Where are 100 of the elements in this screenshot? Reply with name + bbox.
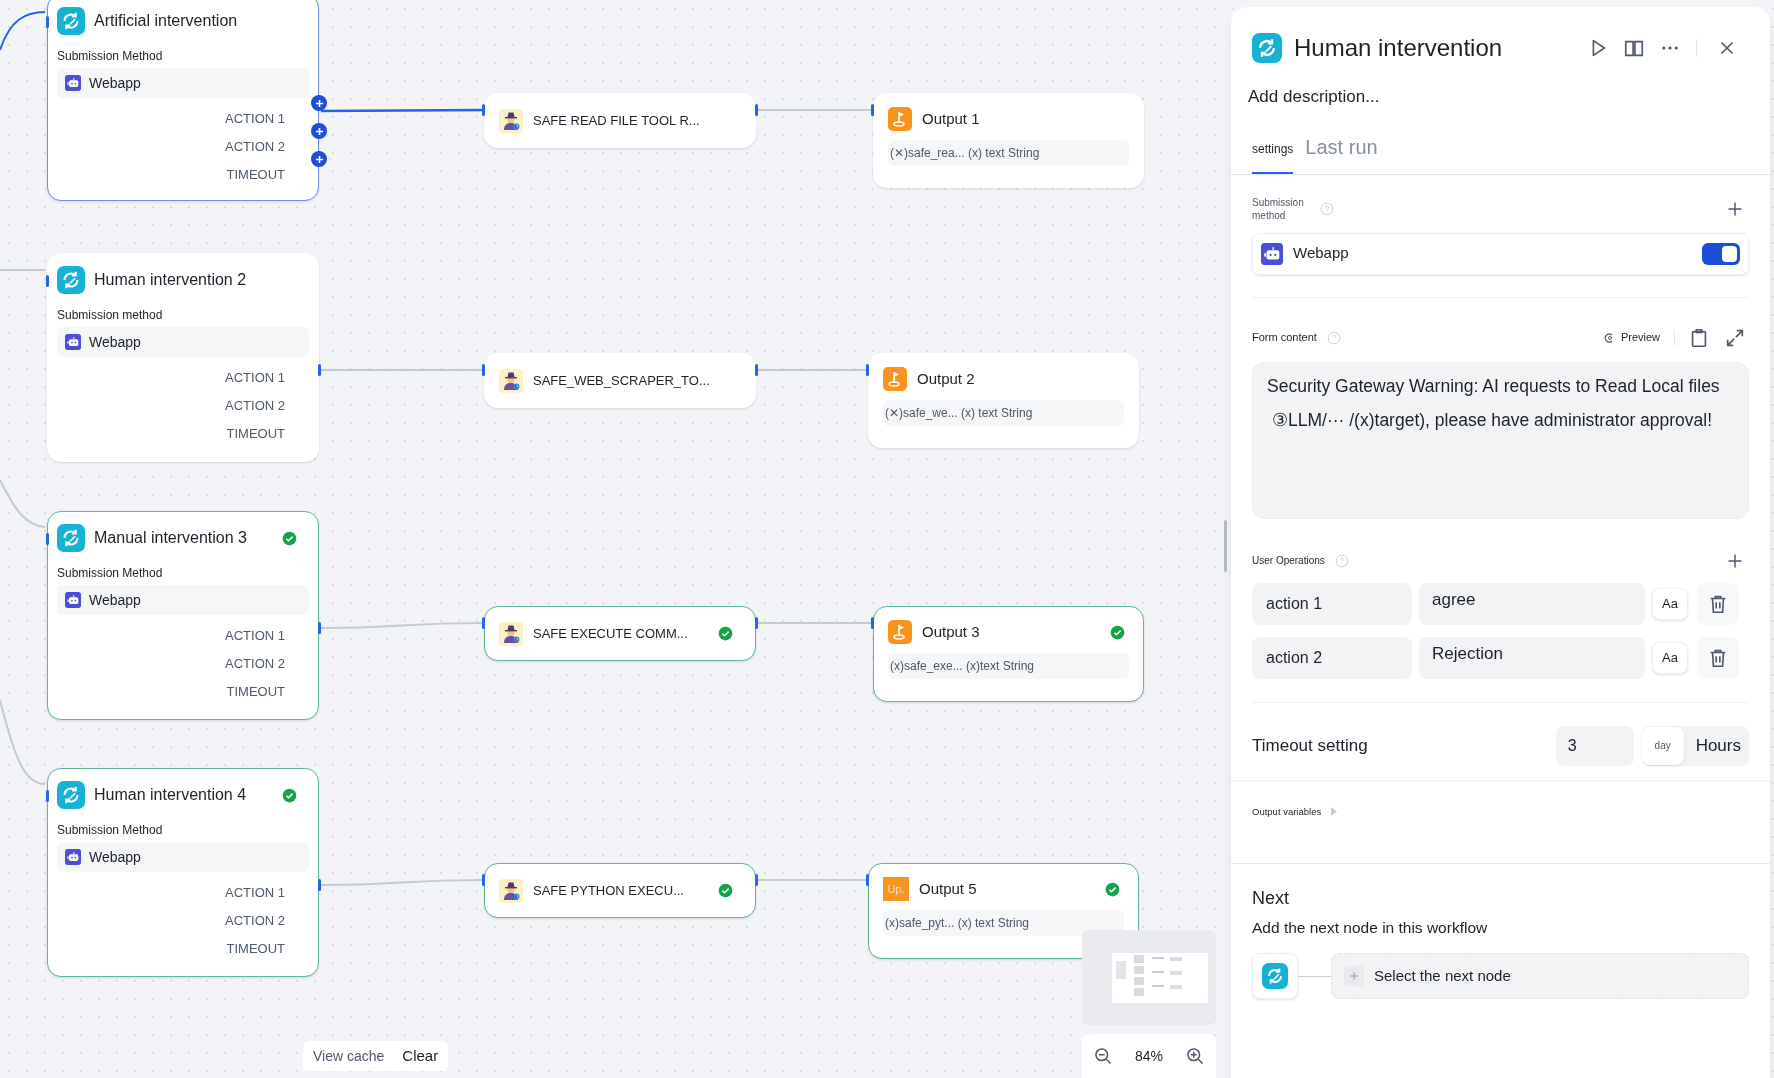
- tab[interactable]: settings: [1252, 139, 1294, 174]
- method-name: Webapp: [89, 590, 141, 610]
- connection-handle[interactable]: [46, 533, 49, 545]
- node-title: Output 3: [922, 621, 981, 642]
- section-subtitle: Add the next node in this workflow: [1252, 917, 1489, 938]
- connector-line: [0, 11, 46, 51]
- connection-handle[interactable]: [871, 104, 874, 116]
- node-card[interactable]: Manual intervention 3 Submission Method Webapp ACTION 1 ACTION 2 TIMEOUT: [47, 511, 319, 720]
- section-label: Timeout setting: [1252, 734, 1369, 757]
- connection-handle[interactable]: [482, 104, 485, 116]
- connection-handle[interactable]: [866, 364, 869, 376]
- select-next-node-button[interactable]: Select the next node: [1331, 953, 1749, 999]
- method-name: Webapp: [89, 73, 141, 93]
- node-title: Output 1: [922, 108, 981, 129]
- spy-icon: [499, 108, 523, 133]
- connection-handle[interactable]: [755, 104, 758, 116]
- method-name: Webapp: [89, 332, 141, 352]
- caret-icon: [1331, 807, 1338, 817]
- view-cache-button[interactable]: View cache: [313, 1045, 385, 1067]
- form-text-line: ③LLM/··· /(x)target), please have administrator approval!: [1271, 408, 1714, 432]
- connection-handle[interactable]: [755, 364, 758, 376]
- branch-label: TIMEOUT: [226, 425, 285, 443]
- node-title: Output 5: [919, 878, 978, 899]
- node-title: SAFE EXECUTE COMM...: [533, 624, 689, 643]
- resize-handle[interactable]: [1224, 520, 1227, 572]
- tool-node[interactable]: SAFE_WEB_SCRAPER_TO...: [484, 353, 756, 408]
- branch-label: ACTION 1: [225, 110, 285, 128]
- section-label: Submission method: [1252, 195, 1305, 222]
- description-field[interactable]: Add description...: [1231, 84, 1770, 110]
- node-card[interactable]: Human intervention 4 Submission Method Webapp ACTION 1 ACTION 2 TIMEOUT: [47, 768, 319, 977]
- spy-icon: [499, 878, 523, 903]
- method-name: Webapp: [89, 847, 141, 867]
- delete-button[interactable]: [1697, 582, 1739, 625]
- flag-icon: [883, 367, 907, 391]
- toggle-switch[interactable]: [1702, 242, 1740, 265]
- connection-handle[interactable]: [482, 617, 485, 629]
- add-branch-button[interactable]: [311, 123, 327, 139]
- section-label[interactable]: Output variables: [1252, 804, 1322, 819]
- tool-node[interactable]: SAFE PYTHON EXECU...: [484, 863, 756, 918]
- action-key-field[interactable]: action 2: [1252, 636, 1412, 679]
- connection-handle[interactable]: [755, 874, 758, 886]
- action-label-field[interactable]: agree: [1419, 582, 1645, 625]
- branch-label: ACTION 1: [225, 884, 285, 902]
- text-style-button[interactable]: Aa: [1652, 641, 1688, 674]
- output-node[interactable]: Up. Output 5 (x)safe_pyt... (x) text String: [868, 863, 1139, 959]
- form-content-field[interactable]: Security Gateway Warning: AI requests to Read Local files ③LLM/··· /(x)target), please have administrator approval!: [1252, 361, 1749, 519]
- section-label: Form content: [1252, 330, 1317, 346]
- branch-label: TIMEOUT: [226, 940, 285, 958]
- node-card[interactable]: Artificial intervention Submission Method Webapp ACTION 1 ACTION 2 TIMEOUT: [47, 0, 319, 201]
- minimap[interactable]: [1082, 930, 1216, 1025]
- broken-icon: Up.: [883, 877, 909, 901]
- tool-node[interactable]: SAFE READ FILE TOOL R...: [484, 93, 756, 148]
- more-icon: [1662, 46, 1678, 50]
- connection-handle[interactable]: [318, 364, 321, 376]
- connection-handle[interactable]: [46, 16, 49, 28]
- plus-icon: [314, 126, 324, 136]
- tool-node[interactable]: SAFE EXECUTE COMM...: [484, 606, 756, 661]
- branch-label: ACTION 1: [225, 369, 285, 387]
- output-node[interactable]: Output 1 (✕)safe_rea... (x) text String: [873, 93, 1144, 188]
- connection-handle[interactable]: [482, 874, 485, 886]
- action-key-field[interactable]: action 1: [1252, 582, 1412, 625]
- connection-handle[interactable]: [871, 617, 874, 629]
- output-node[interactable]: Output 3 (x)safe_exe... (x)text String: [873, 606, 1144, 702]
- connection-handle[interactable]: [46, 275, 49, 287]
- form-text-line: Security Gateway Warning: AI requests to Read Local files: [1267, 374, 1721, 398]
- node-title: SAFE READ FILE TOOL R...: [533, 111, 701, 130]
- plus-icon: [1344, 966, 1364, 986]
- check-icon: [718, 883, 733, 898]
- add-branch-button[interactable]: [311, 95, 327, 111]
- timeout-value-field[interactable]: 3: [1555, 725, 1634, 766]
- preview-button[interactable]: Preview: [1602, 329, 1660, 346]
- connection-handle[interactable]: [318, 879, 321, 891]
- variable-tag: (x)safe_exe... (x)text String: [888, 653, 1129, 679]
- sync-icon: [57, 781, 85, 809]
- help-icon: [1326, 330, 1341, 345]
- branch-label: TIMEOUT: [226, 683, 285, 701]
- unit-option[interactable]: Hours: [1695, 732, 1741, 759]
- delete-button[interactable]: [1697, 636, 1739, 679]
- node-card[interactable]: Human intervention 2 Submission method Webapp ACTION 1 ACTION 2 TIMEOUT: [47, 253, 319, 462]
- check-icon: [718, 626, 733, 641]
- branch-label: ACTION 1: [225, 627, 285, 645]
- spy-icon: [499, 368, 523, 393]
- zoom-level: 84%: [1135, 1046, 1163, 1066]
- connection-handle[interactable]: [482, 364, 485, 376]
- connection-handle[interactable]: [46, 790, 49, 802]
- connection-handle[interactable]: [755, 617, 758, 629]
- flag-icon: [888, 107, 912, 131]
- add-branch-button[interactable]: [311, 151, 327, 167]
- text-style-button[interactable]: Aa: [1652, 587, 1688, 620]
- connection-handle[interactable]: [866, 874, 869, 886]
- node-title: SAFE PYTHON EXECU...: [533, 881, 685, 900]
- help-icon: [1334, 553, 1349, 568]
- output-node[interactable]: Output 2 (✕)safe_we... (x) text String: [868, 353, 1139, 448]
- action-label-field[interactable]: Rejection: [1419, 636, 1645, 679]
- unit-option[interactable]: day: [1641, 726, 1684, 765]
- connection-handle[interactable]: [318, 622, 321, 634]
- clear-button[interactable]: Clear: [402, 1044, 439, 1068]
- zoom-in-icon: [1184, 1046, 1205, 1066]
- plus-icon: [314, 98, 324, 108]
- variable-tag: (✕)safe_we... (x) text String: [883, 400, 1124, 426]
